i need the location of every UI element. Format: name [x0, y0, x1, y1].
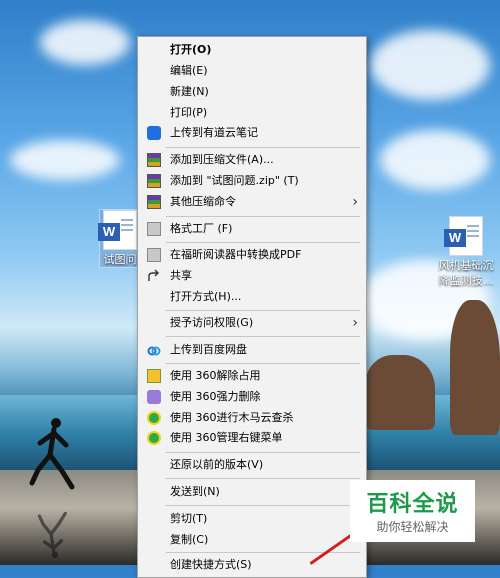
menu-separator [166, 242, 360, 243]
menu-item-add-zip[interactable]: 添加到 "试图问题.zip" (T) [138, 171, 366, 191]
menu-item-open-with[interactable]: 打开方式(H)... [138, 287, 366, 307]
baidu-netdisk-icon [147, 346, 161, 356]
menu-item-edit[interactable]: 编辑(E) [138, 61, 366, 81]
menu-item-360-scan[interactable]: 使用 360进行木马云查杀 [138, 408, 366, 428]
word-doc-icon: W [98, 210, 137, 250]
menu-separator [166, 216, 360, 217]
menu-item-360-delete[interactable]: 使用 360强力删除 [138, 387, 366, 407]
menu-item-foxit-pdf[interactable]: 在福昕阅读器中转换成PDF [138, 245, 366, 265]
menu-item-restore-versions[interactable]: 还原以前的版本(V) [138, 455, 366, 475]
menu-item-cut[interactable]: 剪切(T) [138, 509, 366, 529]
menu-item-send-to[interactable]: 发送到(N) › [138, 482, 366, 502]
menu-item-print[interactable]: 打印(P) [138, 103, 366, 123]
rock [450, 300, 500, 435]
desktop-file-label-line1: 风机基础沉 [438, 259, 494, 272]
youdao-note-icon [147, 126, 161, 140]
desktop-file-right[interactable]: W 风机基础沉 降监测技... [436, 216, 496, 288]
desktop-file-label: 试图问 [103, 253, 137, 266]
menu-item-format-factory[interactable]: 格式工厂 (F) [138, 219, 366, 239]
menu-item-add-archive[interactable]: 添加到压缩文件(A)... [138, 150, 366, 170]
menu-separator [166, 452, 360, 453]
submenu-arrow-icon: › [352, 315, 358, 331]
cloud [40, 20, 130, 65]
desktop-file-left[interactable]: W 试图问 [98, 209, 141, 268]
360-delete-icon [147, 390, 161, 404]
archive-icon [147, 153, 161, 167]
cloud [370, 30, 490, 100]
menu-item-new[interactable]: 新建(N) [138, 82, 366, 102]
context-menu: 打开(O) 编辑(E) 新建(N) 打印(P) 上传到有道云笔记 添加到压缩文件… [137, 36, 367, 578]
cloud [380, 130, 490, 190]
menu-item-youdao[interactable]: 上传到有道云笔记 [138, 123, 366, 143]
menu-item-360-unlock[interactable]: 使用 360解除占用 [138, 366, 366, 386]
word-doc-icon: W [444, 216, 483, 256]
360-manage-icon [147, 431, 161, 445]
watermark-subtitle: 助你轻松解决 [376, 520, 449, 534]
runner-figure [29, 418, 75, 490]
runner-reflection [37, 511, 67, 559]
menu-separator [166, 478, 360, 479]
menu-item-grant-access[interactable]: 授予访问权限(G) › [138, 313, 366, 333]
watermark-title: 百科全说 [366, 492, 459, 517]
watermark: 百科全说 助你轻松解决 [350, 480, 475, 542]
menu-separator [166, 505, 360, 506]
menu-item-share[interactable]: 共享 [138, 266, 366, 286]
share-icon [148, 269, 159, 281]
menu-separator [166, 310, 360, 311]
menu-separator [166, 147, 360, 148]
menu-separator [166, 336, 360, 337]
foxit-pdf-icon [147, 248, 161, 262]
menu-item-360-manage[interactable]: 使用 360管理右键菜单 [138, 428, 366, 448]
desktop-file-label-line2: 降监测技... [438, 274, 494, 287]
menu-item-create-shortcut[interactable]: 创建快捷方式(S) [138, 555, 366, 575]
rock [365, 355, 435, 430]
menu-separator [166, 552, 360, 553]
cloud [10, 140, 120, 180]
360-unlock-icon [147, 369, 161, 383]
archive-icon [147, 174, 161, 188]
submenu-arrow-icon: › [352, 194, 358, 210]
menu-separator [166, 363, 360, 364]
menu-item-other-compress[interactable]: 其他压缩命令 › [138, 192, 366, 212]
menu-item-baidu-netdisk[interactable]: 上传到百度网盘 [138, 340, 366, 360]
format-factory-icon [147, 222, 161, 236]
archive-icon [147, 195, 161, 209]
360-scan-icon [147, 411, 161, 425]
menu-item-open[interactable]: 打开(O) [138, 40, 366, 60]
